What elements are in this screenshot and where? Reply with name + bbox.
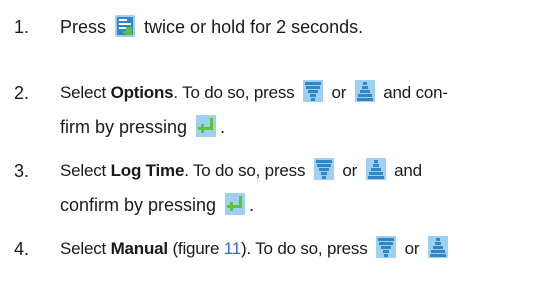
step-text: or xyxy=(342,161,358,180)
menu-icon xyxy=(114,14,136,38)
menu-option-label: Manual xyxy=(110,239,169,258)
step-line: Select Manual (figure 11). To do so, pre… xyxy=(60,232,452,266)
step-text: Select xyxy=(60,239,111,258)
step-text: Select xyxy=(60,161,111,180)
step-line: firm by pressing . xyxy=(60,110,225,144)
step-text: (figure xyxy=(167,239,224,258)
step-number: 2. xyxy=(14,83,30,103)
step-line: Select Options. To do so, press or and c… xyxy=(60,76,448,110)
step-number: 4. xyxy=(14,239,30,259)
step-text: Press xyxy=(60,17,107,37)
enter-icon xyxy=(224,192,246,216)
step-text: or xyxy=(331,83,347,102)
step-text: and con- xyxy=(383,83,448,102)
step-text: . To do so, press xyxy=(173,83,295,102)
enter-icon xyxy=(195,114,217,138)
step-text: confirm by pressing xyxy=(60,195,217,215)
step-text: and xyxy=(394,161,422,180)
step-text: ). To do so, press xyxy=(241,239,368,258)
step-text: Select xyxy=(60,83,111,102)
step-text: . To do so, press xyxy=(184,161,306,180)
step-number: 1. xyxy=(14,17,30,37)
step-line: Press twice or hold for 2 seconds. xyxy=(60,10,363,44)
menu-option-label: Options xyxy=(110,83,174,102)
arrow-down-icon xyxy=(313,157,335,181)
step-text: or xyxy=(404,239,420,258)
step-line: Select Log Time. To do so, press or and xyxy=(60,154,422,188)
step-number: 3. xyxy=(14,161,30,181)
arrow-down-icon xyxy=(375,235,397,259)
step-text: . xyxy=(249,195,255,215)
step-text: twice or hold for 2 seconds. xyxy=(144,17,364,37)
figure-link[interactable]: 11 xyxy=(224,239,241,258)
step-text: . xyxy=(220,117,226,137)
arrow-up-icon xyxy=(427,235,449,259)
step-line: confirm by pressing . xyxy=(60,188,254,222)
arrow-up-icon xyxy=(354,79,376,103)
arrow-up-icon xyxy=(365,157,387,181)
menu-option-label: Log Time xyxy=(110,161,185,180)
arrow-down-icon xyxy=(302,79,324,103)
step-text: firm by pressing xyxy=(60,117,188,137)
